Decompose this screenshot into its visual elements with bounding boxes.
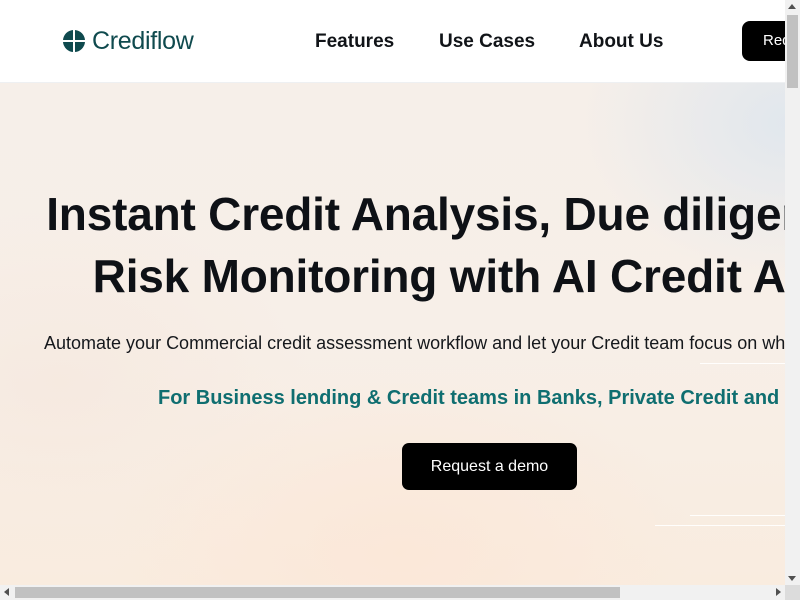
nav-features[interactable]: Features xyxy=(315,31,394,53)
browser-viewport: Crediflow Features Use Cases About Us Re… xyxy=(0,0,785,585)
hero-request-demo-button[interactable]: Request a demo xyxy=(402,443,577,490)
decorative-line xyxy=(700,363,785,364)
hero-section: Instant Credit Analysis, Due diligence a… xyxy=(0,83,785,585)
horizontal-scroll-thumb[interactable] xyxy=(15,587,620,598)
hero-audience-tagline: For Business lending & Credit teams in B… xyxy=(158,387,785,409)
decorative-line xyxy=(655,525,785,526)
scrollbar-corner xyxy=(785,585,800,600)
scroll-left-arrow-icon[interactable] xyxy=(4,588,9,596)
vertical-scrollbar[interactable] xyxy=(785,0,800,585)
hero-subtitle: Automate your Commercial credit assessme… xyxy=(44,333,785,353)
header-request-demo-button[interactable]: Request a demo xyxy=(742,21,785,61)
site-header: Crediflow Features Use Cases About Us Re… xyxy=(0,0,785,83)
hero-title: Instant Credit Analysis, Due diligence a… xyxy=(0,183,785,307)
brand-logo[interactable]: Crediflow xyxy=(62,28,194,54)
nav-use-cases[interactable]: Use Cases xyxy=(439,31,535,53)
scroll-right-arrow-icon[interactable] xyxy=(776,588,781,596)
hero-title-line-1: Instant Credit Analysis, Due diligence a… xyxy=(46,188,785,240)
crediflow-leaf-logo-icon xyxy=(63,30,85,52)
horizontal-scrollbar[interactable] xyxy=(0,585,785,600)
brand-name: Crediflow xyxy=(92,27,194,55)
nav-about-us[interactable]: About Us xyxy=(579,31,663,53)
scroll-down-arrow-icon[interactable] xyxy=(788,576,796,581)
decorative-line xyxy=(690,515,785,516)
scroll-up-arrow-icon[interactable] xyxy=(788,4,796,9)
vertical-scroll-thumb[interactable] xyxy=(787,15,798,88)
hero-title-line-2: Risk Monitoring with AI Credit Agents xyxy=(92,250,785,302)
